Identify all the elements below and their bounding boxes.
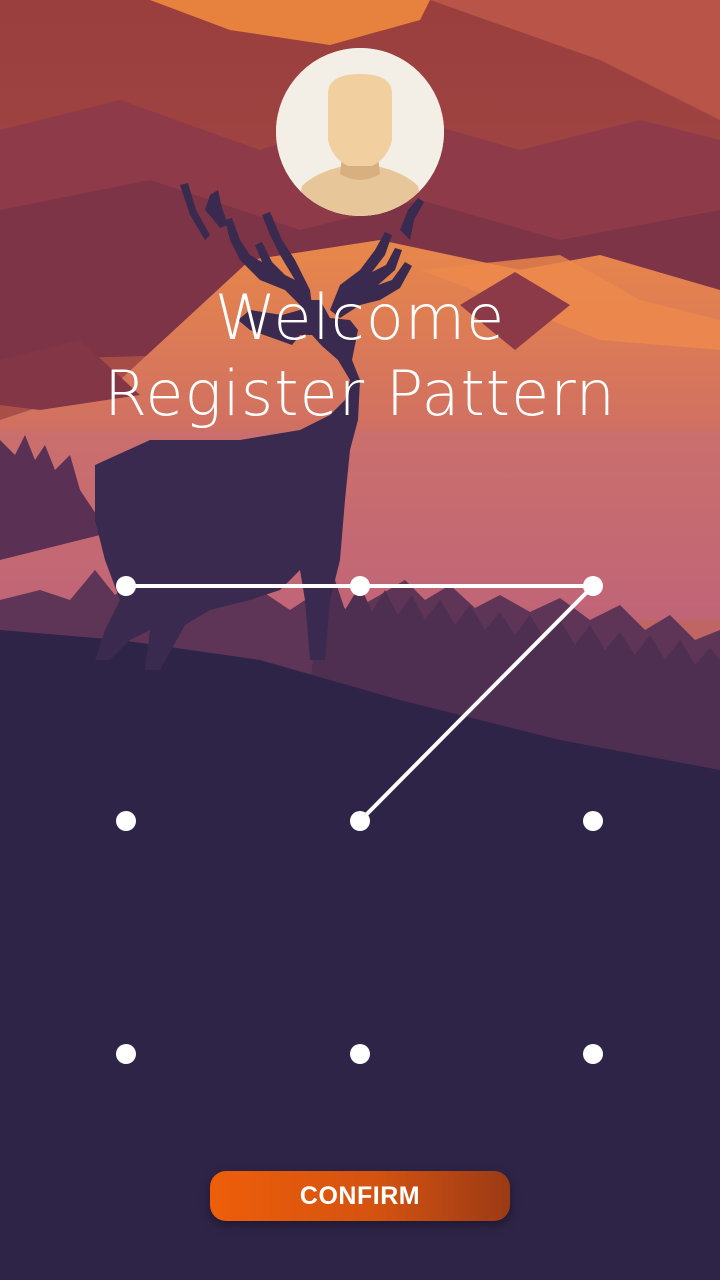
- confirm-button[interactable]: CONFIRM: [210, 1171, 510, 1221]
- pattern-dot-5[interactable]: [350, 811, 370, 831]
- pattern-lock-grid: [0, 0, 720, 1280]
- pattern-dot-8[interactable]: [350, 1044, 370, 1064]
- pattern-dot-1[interactable]: [116, 576, 136, 596]
- pattern-dot-4[interactable]: [116, 811, 136, 831]
- pattern-dot-7[interactable]: [116, 1044, 136, 1064]
- pattern-dot-6[interactable]: [583, 811, 603, 831]
- pattern-connection-line: [124, 584, 595, 823]
- pattern-dot-3[interactable]: [583, 576, 603, 596]
- pattern-dot-2[interactable]: [350, 576, 370, 596]
- pattern-dot-9[interactable]: [583, 1044, 603, 1064]
- lock-screen: Welcome Register Pattern CONFIRM: [0, 0, 720, 1280]
- pattern-path: [124, 584, 595, 823]
